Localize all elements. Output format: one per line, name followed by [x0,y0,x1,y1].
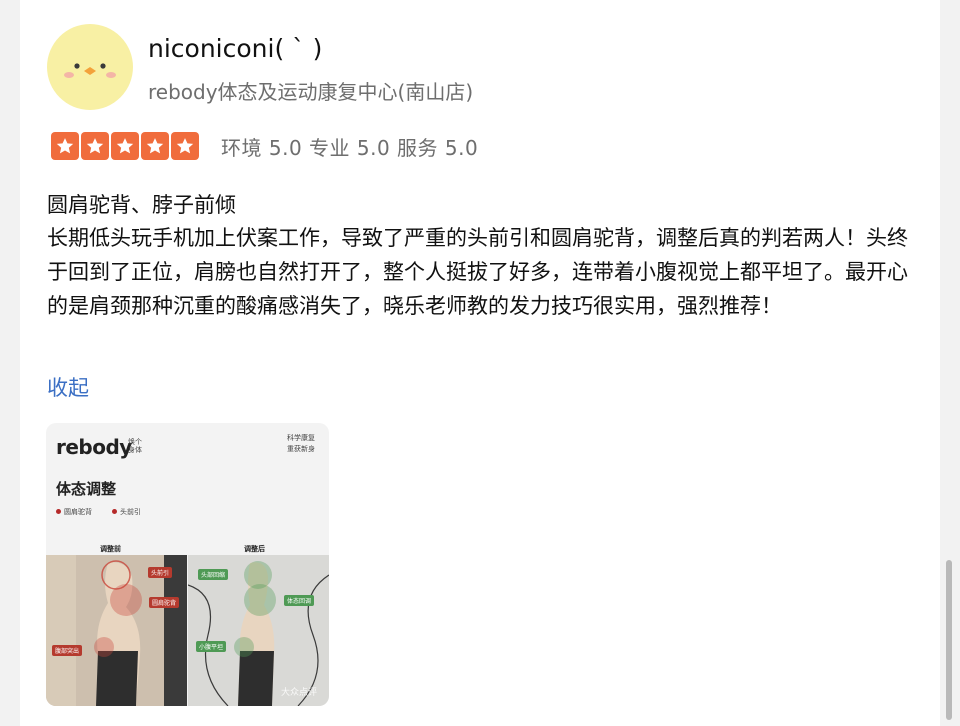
scrollbar[interactable] [946,560,952,720]
tag-head-forward: 头前引 [148,567,173,578]
star-icon [111,132,139,160]
photo-before-panel: 头前引 圆肩驼背 腹部突出 [46,555,187,706]
star-icon [141,132,169,160]
photo-brand-sub-1: 焕个 [128,438,142,446]
photo-brand-sub: 焕个 身体 [128,438,142,454]
star-icon [171,132,199,160]
star-rating [51,132,199,160]
chick-face-icon [64,63,116,78]
tag-belly-flat: 小腹平坦 [196,641,227,652]
photo-legend: 圆肩驼背 头前引 [56,507,141,517]
photo-label-before: 调整前 [100,545,121,553]
review-card: niconiconi( ˋ ) rebody体态及运动康复中心(南山店) 环境 … [20,0,940,726]
review-title: 圆肩驼背、脖子前倾 [47,193,236,217]
tag-belly-out: 腹部突出 [52,645,83,656]
tag-posture-back: 体态回调 [284,595,315,606]
tag-head-back: 头部回缩 [198,569,229,580]
photo-after-panel: 头部回缩 体态回调 小腹平坦 [187,555,329,706]
photo-label-after: 调整后 [244,545,265,553]
review-photo[interactable]: rebody 焕个 身体 科学康复 重获新身 体态调整 圆肩驼背 头前引 调整前… [46,423,329,706]
star-icon [81,132,109,160]
collapse-link[interactable]: 收起 [47,372,89,402]
username[interactable]: niconiconi( ˋ ) [148,34,322,63]
tag-rounded-shoulder: 圆肩驼背 [149,597,180,608]
photo-brand-sub-2: 身体 [128,446,142,454]
photo-heading: 体态调整 [56,480,117,498]
photo-brand: rebody [56,435,132,459]
photo-slogan: 科学康复 重获新身 [287,433,315,455]
rating-row: 环境 5.0 专业 5.0 服务 5.0 [51,131,478,161]
legend-item: 圆肩驼背 [56,507,92,517]
sub-scores: 环境 5.0 专业 5.0 服务 5.0 [221,135,479,160]
dianping-watermark: 大众点评 [280,688,317,698]
legend-item: 头前引 [112,507,141,517]
shop-name[interactable]: rebody体态及运动康复中心(南山店) [148,76,473,105]
review-body: 长期低头玩手机加上伏案工作，导致了严重的头前引和圆肩驼背，调整后真的判若两人！头… [47,226,908,318]
avatar[interactable] [47,24,133,110]
photo-slogan-2: 重获新身 [287,445,315,453]
photo-slogan-1: 科学康复 [287,434,315,442]
star-icon [51,132,79,160]
